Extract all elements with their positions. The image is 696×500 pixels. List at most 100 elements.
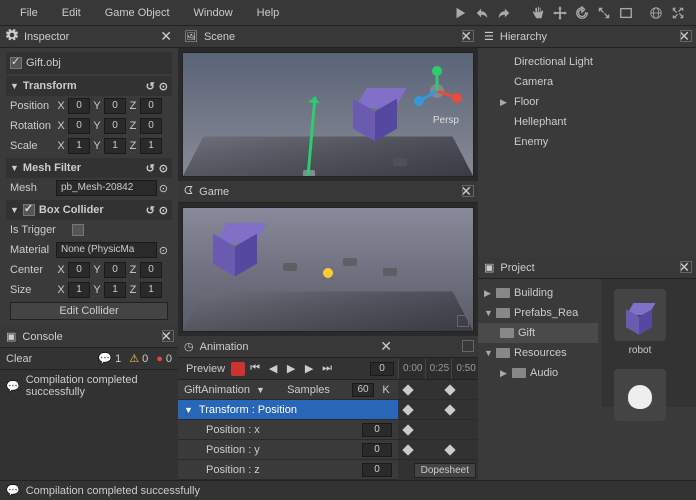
maximize-icon[interactable] xyxy=(462,340,474,352)
reset-icon[interactable]: ↺ xyxy=(146,80,155,93)
hierarchy-item[interactable]: Directional Light xyxy=(484,52,690,72)
scene-tab[interactable]: 🖼 Scene ✕ xyxy=(178,26,478,48)
clip-dropdown[interactable]: GiftAnimation xyxy=(184,384,250,396)
menu-file[interactable]: File xyxy=(8,3,50,23)
chevron-right-icon[interactable]: ▶ xyxy=(500,97,508,108)
maximize-icon[interactable] xyxy=(457,315,469,327)
rotation-x[interactable]: 0 xyxy=(68,118,90,134)
track-y-label[interactable]: Position : y xyxy=(206,444,260,456)
hierarchy-tab[interactable]: ☰ Hierarchy ✕ xyxy=(478,26,696,48)
rect-icon[interactable] xyxy=(616,3,636,23)
mesh-field[interactable]: pb_Mesh-20842 xyxy=(56,180,157,196)
prev-frame-button[interactable]: ◀ xyxy=(265,361,281,377)
folder-row[interactable]: ▶Building xyxy=(478,283,598,303)
game-viewport[interactable] xyxy=(182,207,474,332)
chevron-down-icon[interactable]: ▼ xyxy=(484,308,492,318)
chevron-down-icon[interactable]: ▼ xyxy=(10,81,19,91)
track-x-label[interactable]: Position : x xyxy=(206,424,260,436)
inspector-tab[interactable]: Inspector ✕ xyxy=(0,26,178,48)
close-icon[interactable]: ✕ xyxy=(380,338,392,355)
undo-icon[interactable] xyxy=(472,3,492,23)
chevron-down-icon[interactable]: ▼ xyxy=(484,348,492,358)
globe-icon[interactable] xyxy=(646,3,666,23)
center-x[interactable]: 0 xyxy=(68,262,90,278)
more-icon[interactable]: ⊙ xyxy=(159,80,168,93)
position-z[interactable]: 0 xyxy=(140,98,162,114)
clear-button[interactable]: Clear xyxy=(6,353,32,365)
chevron-down-icon[interactable]: ▼ xyxy=(256,385,265,395)
object-enabled-checkbox[interactable] xyxy=(10,57,22,69)
scale-x[interactable]: 1 xyxy=(68,138,90,154)
istrigger-checkbox[interactable] xyxy=(72,224,84,236)
record-button[interactable] xyxy=(231,362,245,376)
edit-collider-button[interactable]: Edit Collider xyxy=(10,302,168,320)
project-tab[interactable]: ▣ Project ✕ xyxy=(478,257,696,279)
first-frame-button[interactable]: ⏮ xyxy=(247,361,263,377)
chevron-right-icon[interactable]: ▶ xyxy=(500,368,508,379)
menu-edit[interactable]: Edit xyxy=(50,3,93,23)
menu-window[interactable]: Window xyxy=(182,3,245,23)
expand-icon[interactable] xyxy=(668,3,688,23)
target-icon[interactable]: ⊙ xyxy=(159,182,168,195)
play-button[interactable]: ▶ xyxy=(283,361,299,377)
track-y-value[interactable]: 0 xyxy=(362,443,392,457)
material-field[interactable]: None (PhysicMa xyxy=(56,242,157,258)
play-icon[interactable] xyxy=(450,3,470,23)
scene-viewport[interactable]: Persp xyxy=(182,52,474,177)
rotate-icon[interactable] xyxy=(572,3,592,23)
scale-y[interactable]: 1 xyxy=(104,138,126,154)
rotation-z[interactable]: 0 xyxy=(140,118,162,134)
maximize-icon[interactable] xyxy=(162,330,174,342)
position-x[interactable]: 0 xyxy=(68,98,90,114)
folder-row[interactable]: ▼Resources xyxy=(478,343,598,363)
maximize-icon[interactable] xyxy=(462,30,474,42)
menu-help[interactable]: Help xyxy=(245,3,292,23)
hierarchy-item[interactable]: Camera xyxy=(484,72,690,92)
track-x-value[interactable]: 0 xyxy=(362,423,392,437)
redo-icon[interactable] xyxy=(494,3,514,23)
samples-field[interactable]: 60 xyxy=(352,383,374,397)
chevron-down-icon[interactable]: ▼ xyxy=(10,205,19,215)
center-y[interactable]: 0 xyxy=(104,262,126,278)
move-icon[interactable] xyxy=(550,3,570,23)
console-tab[interactable]: ▣ Console ✕ xyxy=(0,326,178,348)
track-z-value[interactable]: 0 xyxy=(362,463,392,477)
scale-z[interactable]: 1 xyxy=(140,138,162,154)
gift-object[interactable] xyxy=(353,88,397,132)
animation-tab[interactable]: ◷ Animation ✕ xyxy=(178,336,398,358)
preview-button[interactable]: Preview xyxy=(182,363,229,375)
chevron-down-icon[interactable]: ▼ xyxy=(10,163,19,173)
maximize-icon[interactable] xyxy=(462,185,474,197)
hand-icon[interactable] xyxy=(528,3,548,23)
chevron-down-icon[interactable]: ▼ xyxy=(184,405,193,415)
folder-row[interactable]: ▼Prefabs_Rea xyxy=(478,303,598,323)
size-x[interactable]: 1 xyxy=(68,282,90,298)
timeline[interactable]: 0:00 0:25 0:50 xyxy=(398,336,478,480)
more-icon[interactable]: ⊙ xyxy=(159,162,168,175)
reset-icon[interactable]: ↺ xyxy=(146,162,155,175)
scale-icon[interactable] xyxy=(594,3,614,23)
next-frame-button[interactable]: ▶ xyxy=(301,361,317,377)
hierarchy-item[interactable]: Enemy xyxy=(484,132,690,152)
hierarchy-item[interactable]: Hellephant xyxy=(484,112,690,132)
more-icon[interactable]: ⊙ xyxy=(159,204,168,217)
dopesheet-button[interactable]: Dopesheet xyxy=(414,463,476,478)
asset-thumb[interactable] xyxy=(610,365,670,425)
reset-icon[interactable]: ↺ xyxy=(146,204,155,217)
asset-thumb[interactable]: robot xyxy=(610,285,670,356)
folder-row[interactable]: ▶Audio xyxy=(478,363,598,383)
orientation-gizmo[interactable] xyxy=(409,63,465,119)
hierarchy-item[interactable]: ▶Floor xyxy=(484,92,690,112)
center-z[interactable]: 0 xyxy=(140,262,162,278)
track-z-label[interactable]: Position : z xyxy=(206,464,260,476)
position-y[interactable]: 0 xyxy=(104,98,126,114)
close-icon[interactable]: ✕ xyxy=(160,28,172,45)
maximize-icon[interactable] xyxy=(680,30,692,42)
size-z[interactable]: 1 xyxy=(140,282,162,298)
size-y[interactable]: 1 xyxy=(104,282,126,298)
maximize-icon[interactable] xyxy=(680,261,692,273)
chevron-right-icon[interactable]: ▶ xyxy=(484,288,492,299)
rotation-y[interactable]: 0 xyxy=(104,118,126,134)
target-icon[interactable]: ⊙ xyxy=(159,244,168,257)
collider-enabled-checkbox[interactable] xyxy=(23,204,35,216)
